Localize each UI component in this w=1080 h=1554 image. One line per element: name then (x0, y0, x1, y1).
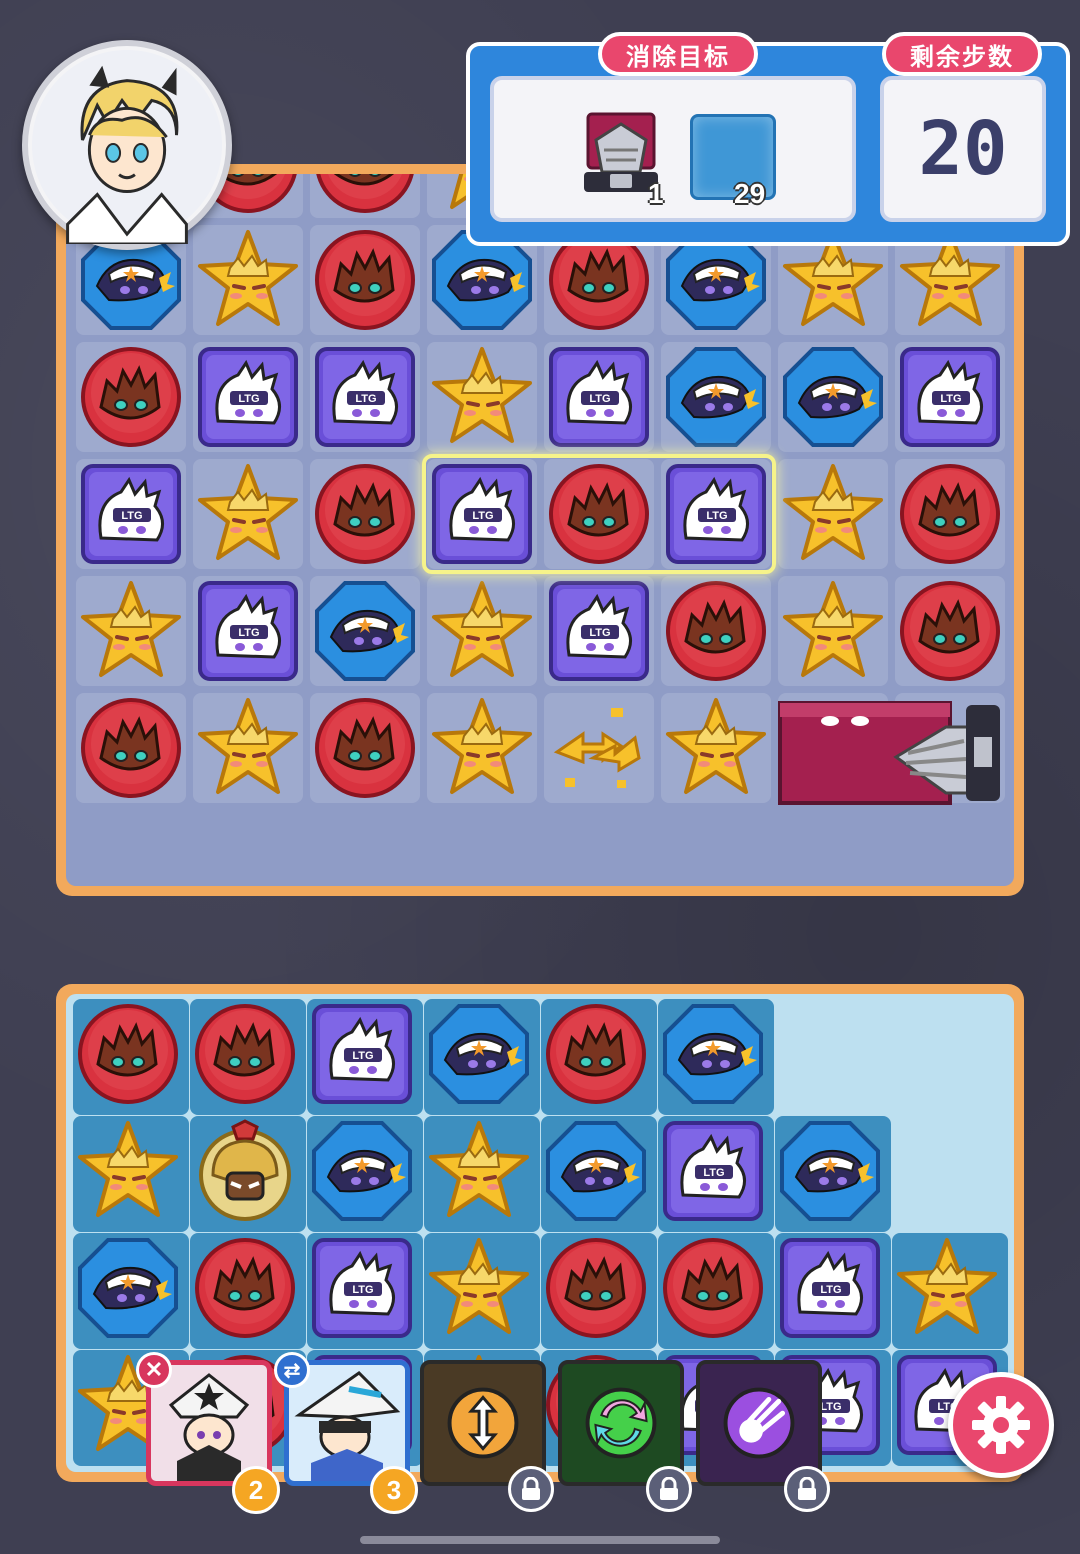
tile-red[interactable] (661, 1236, 765, 1340)
tile-red[interactable] (544, 1002, 648, 1106)
tile-blue[interactable] (664, 345, 768, 449)
tile-blue[interactable] (544, 1119, 648, 1223)
tile-yellow[interactable] (895, 1236, 999, 1340)
tile-purple[interactable]: LTG (898, 345, 1002, 449)
settings-button[interactable] (948, 1372, 1054, 1478)
svg-text:LTG: LTG (355, 393, 376, 405)
match-highlight (422, 454, 776, 574)
tile-yellow[interactable] (781, 462, 885, 566)
tile-yellow[interactable] (196, 696, 300, 800)
tile-purple[interactable]: LTG (661, 1119, 765, 1223)
moves-remaining: 20 (918, 106, 1008, 192)
tile-purple[interactable]: LTG (778, 1236, 882, 1340)
svg-text:LTG: LTG (820, 1284, 841, 1296)
tile-yellow[interactable] (427, 1119, 531, 1223)
tile-yellow[interactable] (664, 696, 768, 800)
tile-blue[interactable] (778, 1119, 882, 1223)
shuffle-icon (585, 1387, 657, 1459)
tile-red[interactable] (79, 345, 183, 449)
tile-yellow[interactable] (196, 462, 300, 566)
svg-text:LTG: LTG (352, 1284, 373, 1296)
character-1-badge: 2 (232, 1466, 280, 1514)
lock-icon (646, 1466, 692, 1512)
tile-yellow[interactable] (76, 1119, 180, 1223)
top-board-grid: LTG LTG LTG LTG LTG LTG LTG LTG LTG (66, 174, 1014, 886)
tile-yellow[interactable] (79, 579, 183, 683)
gear-icon (972, 1396, 1030, 1454)
goal-count-drill: 1 (648, 178, 664, 209)
tile-blue[interactable] (310, 1119, 414, 1223)
character-2-icon (294, 1371, 401, 1481)
tile-rocket[interactable] (547, 696, 651, 800)
svg-text:LTG: LTG (703, 1167, 724, 1179)
drill-box-obstacle (778, 697, 1004, 807)
tile-yellow[interactable] (427, 1236, 531, 1340)
home-indicator[interactable] (360, 1536, 720, 1544)
tile-red[interactable] (193, 1236, 297, 1340)
svg-text:LTG: LTG (940, 393, 961, 405)
tile-blue[interactable] (661, 1002, 765, 1106)
tile-purple[interactable]: LTG (310, 1236, 414, 1340)
tile-yellow[interactable] (430, 579, 534, 683)
goal-label: 消除目标 (598, 32, 758, 76)
svg-text:LTG: LTG (238, 627, 259, 639)
tile-purple[interactable]: LTG (196, 579, 300, 683)
comet-icon (723, 1387, 795, 1459)
tile-purple[interactable]: LTG (313, 345, 417, 449)
tile-red[interactable] (313, 174, 417, 215)
tile-purple[interactable]: LTG (196, 345, 300, 449)
player-avatar[interactable] (22, 40, 232, 250)
tile-purple[interactable]: LTG (547, 345, 651, 449)
moves-box: 20 (880, 76, 1046, 222)
tile-purple[interactable]: LTG (79, 462, 183, 566)
tile-red[interactable] (313, 462, 417, 566)
lock-icon (508, 1466, 554, 1512)
tile-red[interactable] (76, 1002, 180, 1106)
tile-helmet[interactable] (193, 1119, 297, 1223)
character-2-badge: 3 (370, 1466, 418, 1514)
goal-count-ice: 29 (734, 178, 766, 209)
vertical-arrow-icon (447, 1387, 519, 1459)
tile-red[interactable] (313, 228, 417, 332)
tile-red[interactable] (544, 1236, 648, 1340)
character-1-icon (168, 1373, 250, 1481)
tile-red[interactable] (898, 579, 1002, 683)
tile-yellow[interactable] (430, 696, 534, 800)
remove-icon[interactable]: ✕ (136, 1352, 172, 1388)
svg-text:LTG: LTG (589, 627, 610, 639)
svg-text:LTG: LTG (238, 393, 259, 405)
character-portrait-icon (31, 49, 223, 246)
tile-red[interactable] (664, 579, 768, 683)
tile-blue[interactable] (427, 1002, 531, 1106)
tile-yellow[interactable] (781, 579, 885, 683)
tile-red[interactable] (898, 462, 1002, 566)
tile-purple[interactable]: LTG (547, 579, 651, 683)
tile-red[interactable] (193, 1002, 297, 1106)
svg-text:LTG: LTG (589, 393, 610, 405)
svg-text:LTG: LTG (121, 510, 142, 522)
tile-red[interactable] (79, 696, 183, 800)
top-board: LTG LTG LTG LTG LTG LTG LTG LTG LTG (56, 164, 1024, 896)
svg-text:LTG: LTG (820, 1401, 841, 1413)
tile-blue[interactable] (781, 345, 885, 449)
moves-label: 剩余步数 (882, 32, 1042, 76)
goal-panel: 1 29 消除目标 20 剩余步数 (466, 32, 1070, 246)
lock-icon (784, 1466, 830, 1512)
tile-red[interactable] (313, 696, 417, 800)
svg-text:LTG: LTG (352, 1050, 373, 1062)
tile-yellow[interactable] (430, 345, 534, 449)
swap-icon[interactable]: ⇄ (274, 1352, 310, 1388)
tile-blue[interactable] (313, 579, 417, 683)
goal-box: 1 29 (490, 76, 856, 222)
tile-blue[interactable] (76, 1236, 180, 1340)
tile-purple[interactable]: LTG (310, 1002, 414, 1106)
